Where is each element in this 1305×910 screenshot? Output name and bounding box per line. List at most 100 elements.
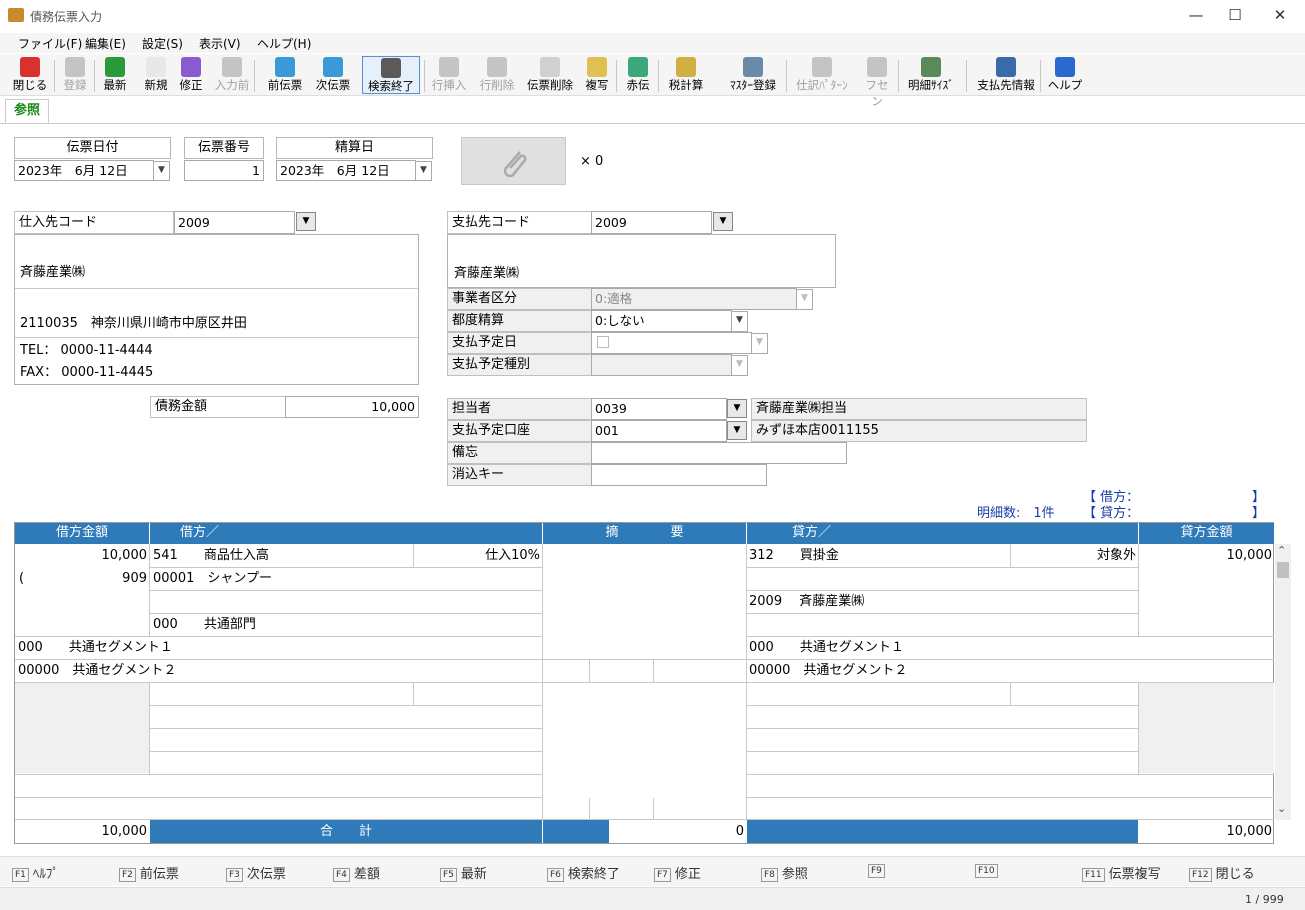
- toolbar-label: 新規: [144, 78, 168, 92]
- debit-sub-amount: 909: [122, 571, 147, 586]
- toolbar-button-next-slip[interactable]: 次伝票: [311, 56, 355, 94]
- menu-file[interactable]: ファイル(F): [18, 35, 82, 52]
- toolbar-button-register[interactable]: 登録: [60, 56, 90, 94]
- toolbar-button-size[interactable]: 明細ｻｲｽﾞ: [905, 56, 957, 94]
- credit-segment-1[interactable]: 000 共通セグメント１: [749, 637, 904, 659]
- scroll-up-icon[interactable]: ⌃: [1277, 544, 1286, 557]
- grid-scrollbar[interactable]: ⌃ ⌄: [1275, 544, 1291, 820]
- pay-date-checkbox[interactable]: [597, 336, 609, 348]
- header-debit: 借方／: [150, 523, 542, 544]
- debit-department[interactable]: 000 共通部門: [153, 614, 256, 636]
- fkey-f8[interactable]: F8 参照: [761, 863, 808, 882]
- slip-date-input[interactable]: 2023年 6月 12日: [14, 160, 154, 181]
- pay-date-label: 支払予定日: [447, 332, 592, 354]
- fkey-f5[interactable]: F5 最新: [440, 863, 487, 882]
- toolbar-label: 次伝票: [315, 78, 351, 92]
- maximize-button[interactable]: ☐: [1215, 4, 1255, 28]
- fkey-f11[interactable]: F11 伝票複写: [1082, 863, 1161, 882]
- toolbar-button-search[interactable]: 検索終了: [362, 56, 420, 94]
- fkey-f1[interactable]: F1 ﾍﾙﾌﾟ: [12, 863, 59, 882]
- debit-segment-2[interactable]: 00000 共通セグメント２: [18, 660, 176, 682]
- tab-reference[interactable]: 参照: [5, 99, 49, 123]
- toolbar-button-sticky-note[interactable]: フセン: [860, 56, 894, 108]
- menu-help[interactable]: ヘルプ(H): [257, 35, 311, 52]
- fkey-f4[interactable]: F4 差額: [333, 863, 380, 882]
- fkey-f2[interactable]: F2 前伝票: [119, 863, 179, 882]
- clear-key-input[interactable]: [591, 464, 767, 486]
- settle-date-input[interactable]: 2023年 6月 12日: [276, 160, 416, 181]
- fkey-f9[interactable]: F9: [868, 863, 889, 878]
- toolbar-button-red-slip[interactable]: 赤伝: [622, 56, 654, 94]
- toolbar-button-row-delete[interactable]: 行削除: [476, 56, 518, 94]
- supplier-search-icon[interactable]: ▼: [296, 212, 316, 231]
- debit-tax[interactable]: 仕入10%: [414, 545, 540, 567]
- toolbar-button-chart[interactable]: 支払先情報: [971, 56, 1041, 94]
- payee-name-box: 斉藤産業㈱: [447, 234, 836, 288]
- scroll-thumb[interactable]: [1277, 562, 1289, 578]
- attachment-button[interactable]: [461, 137, 566, 185]
- credit-amount[interactable]: 10,000: [1139, 545, 1273, 567]
- total-credit: 10,000: [1226, 824, 1273, 839]
- toolbar-button-refresh[interactable]: 最新: [99, 56, 131, 94]
- row-delete-icon: [487, 57, 507, 77]
- toolbar-separator: [966, 60, 967, 92]
- pay-type-select[interactable]: [591, 354, 732, 376]
- each-settle-select[interactable]: 0:しない: [591, 310, 732, 332]
- toolbar-button-slip-delete[interactable]: 伝票削除: [522, 56, 578, 94]
- pay-type-dropdown-icon[interactable]: ▼: [731, 355, 748, 376]
- header-credit: 貸方／: [747, 523, 1138, 544]
- refresh-icon: [105, 57, 125, 77]
- credit-segment-2[interactable]: 00000 共通セグメント２: [749, 660, 907, 682]
- fkey-f3[interactable]: F3 次伝票: [226, 863, 286, 882]
- credit-subaccount[interactable]: 2009 斉藤産業㈱: [749, 591, 864, 613]
- fkey-f7[interactable]: F7 修正: [654, 863, 701, 882]
- menu-view[interactable]: 表示(V): [199, 35, 241, 52]
- debit-segment-1[interactable]: 000 共通セグメント１: [18, 637, 173, 659]
- settle-date-dropdown-icon[interactable]: ▼: [415, 161, 432, 181]
- toolbar-button-eraser[interactable]: 修正: [175, 56, 207, 94]
- account-search-icon[interactable]: ▼: [727, 421, 747, 440]
- debit-account[interactable]: 541 商品仕入高: [153, 545, 269, 567]
- business-type-dropdown-icon[interactable]: ▼: [796, 289, 813, 310]
- menu-edit[interactable]: 編集(E): [85, 35, 126, 52]
- pay-date-input[interactable]: [591, 332, 752, 354]
- fkey-f6[interactable]: F6 検索終了: [547, 863, 620, 882]
- debit-amount[interactable]: 10,000: [15, 545, 148, 567]
- account-name: みずほ本店0011155: [751, 420, 1087, 442]
- each-settle-dropdown-icon[interactable]: ▼: [731, 311, 748, 332]
- debit-subaccount[interactable]: 00001 シャンプー: [153, 568, 272, 590]
- minimize-button[interactable]: —: [1176, 4, 1216, 28]
- toolbar-button-master[interactable]: ﾏｽﾀｰ登録: [724, 56, 782, 94]
- payee-search-icon[interactable]: ▼: [713, 212, 733, 231]
- person-search-icon[interactable]: ▼: [727, 399, 747, 418]
- toolbar-button-close[interactable]: 閉じる: [12, 56, 48, 94]
- memo-label: 備忘: [447, 442, 592, 464]
- toolbar-button-tax-calc[interactable]: 税計算: [664, 56, 708, 94]
- toolbar-button-undo[interactable]: 入力前: [211, 56, 253, 94]
- toolbar-button-row-insert[interactable]: 行挿入: [428, 56, 470, 94]
- menu-settings[interactable]: 設定(S): [142, 35, 183, 52]
- toolbar-label: 行挿入: [431, 78, 467, 92]
- fkey-f10[interactable]: F10: [975, 863, 1002, 878]
- pay-date-dropdown-icon[interactable]: ▼: [751, 333, 768, 354]
- credit-tax[interactable]: 対象外: [1011, 545, 1136, 567]
- memo-input[interactable]: [591, 442, 847, 464]
- scroll-down-icon[interactable]: ⌄: [1277, 802, 1286, 815]
- person-code-input[interactable]: 0039: [591, 398, 727, 420]
- fkey-f12[interactable]: F12 閉じる: [1189, 863, 1255, 882]
- toolbar-button-pattern[interactable]: 仕訳ﾊﾟﾀｰﾝ: [791, 56, 853, 94]
- toolbar-button-copy[interactable]: 複写: [580, 56, 614, 94]
- business-type-select[interactable]: 0:適格: [591, 288, 797, 310]
- payee-code-input[interactable]: 2009: [591, 211, 712, 234]
- slip-number-input[interactable]: 1: [184, 160, 264, 181]
- toolbar-button-help[interactable]: ヘルプ: [1045, 56, 1085, 94]
- app-icon: [8, 8, 24, 22]
- slip-date-dropdown-icon[interactable]: ▼: [153, 161, 170, 181]
- toolbar-button-new-document[interactable]: 新規: [141, 56, 171, 94]
- close-window-button[interactable]: ✕: [1260, 4, 1300, 28]
- toolbar-button-prev-slip[interactable]: 前伝票: [263, 56, 307, 94]
- account-code-input[interactable]: 001: [591, 420, 727, 442]
- supplier-code-input[interactable]: 2009: [174, 211, 295, 234]
- sticky-note-icon: [867, 57, 887, 77]
- credit-account[interactable]: 312 買掛金: [749, 545, 839, 567]
